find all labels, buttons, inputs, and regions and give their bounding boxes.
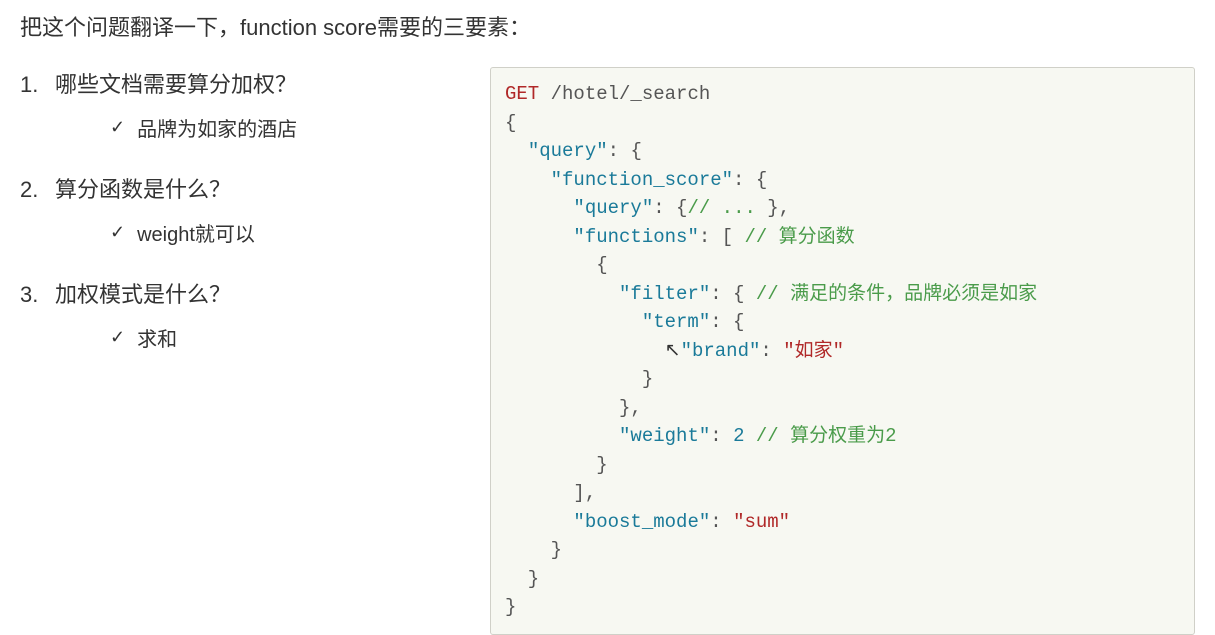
punct: : { (653, 197, 687, 219)
http-method: GET (505, 83, 539, 105)
indent (505, 226, 573, 248)
page-title: 把这个问题翻译一下，function score需要的三要素： (20, 10, 1195, 42)
json-key: "filter" (619, 283, 710, 305)
indent (505, 340, 665, 362)
json-string: "如家" (783, 340, 844, 362)
brace: } (505, 568, 539, 590)
left-column: 1. 哪些文档需要算分加权？ ✓ 品牌为如家的酒店 2. 算分函数是什么？ ✓ … (20, 67, 460, 635)
sub-text: 品牌为如家的酒店 (137, 113, 297, 142)
code-block: GET /hotel/_search { "query": { "functio… (490, 67, 1195, 635)
json-key: "boost_mode" (573, 511, 710, 533)
json-key: "weight" (619, 425, 710, 447)
list-text: 算分函数是什么？ (43, 177, 231, 202)
list-text: 加权模式是什么？ (43, 282, 231, 307)
list-item: 2. 算分函数是什么？ ✓ weight就可以 (20, 172, 460, 247)
punct: : { (710, 283, 756, 305)
json-key: "query" (528, 140, 608, 162)
space (744, 425, 755, 447)
brace: } (505, 596, 516, 618)
json-key: "functions" (573, 226, 698, 248)
indent (505, 197, 573, 219)
indent (505, 511, 573, 533)
indent (505, 425, 619, 447)
json-string: "sum" (733, 511, 790, 533)
json-key: "brand" (681, 340, 761, 362)
sub-item: ✓ 求和 (20, 323, 460, 352)
comment: // 满足的条件，品牌必须是如家 (756, 283, 1037, 305)
punct: : { (608, 140, 642, 162)
brace: } (505, 454, 608, 476)
punct: : [ (699, 226, 745, 248)
brace: { (505, 112, 516, 134)
url-path: /hotel/_search (539, 83, 710, 105)
list-item: 1. 哪些文档需要算分加权？ ✓ 品牌为如家的酒店 (20, 67, 460, 142)
brace: } (505, 539, 562, 561)
brace: } (505, 368, 653, 390)
punct: : (710, 425, 733, 447)
list-number: 3. (20, 282, 38, 307)
check-icon: ✓ (110, 222, 125, 243)
content-row: 1. 哪些文档需要算分加权？ ✓ 品牌为如家的酒店 2. 算分函数是什么？ ✓ … (20, 67, 1195, 635)
json-key: "term" (642, 311, 710, 333)
comment: // ... (687, 197, 755, 219)
punct: : { (710, 311, 744, 333)
cursor-icon: ↖ (665, 340, 681, 362)
indent (505, 311, 642, 333)
indent (505, 169, 551, 191)
sub-item: ✓ weight就可以 (20, 218, 460, 247)
json-key: "query" (573, 197, 653, 219)
punct: : { (733, 169, 767, 191)
sub-text: 求和 (137, 323, 177, 352)
ordered-list: 1. 哪些文档需要算分加权？ ✓ 品牌为如家的酒店 2. 算分函数是什么？ ✓ … (20, 67, 460, 352)
punct: : (760, 340, 783, 362)
list-item: 3. 加权模式是什么？ ✓ 求和 (20, 277, 460, 352)
check-icon: ✓ (110, 327, 125, 348)
bracket: ], (505, 482, 596, 504)
brace: }, (505, 397, 642, 419)
json-number: 2 (733, 425, 744, 447)
comment: // 算分函数 (744, 226, 854, 248)
sub-text: weight就可以 (137, 218, 255, 247)
punct: : (710, 511, 733, 533)
punct: }, (756, 197, 790, 219)
sub-item: ✓ 品牌为如家的酒店 (20, 113, 460, 142)
list-number: 1. (20, 72, 38, 97)
list-text: 哪些文档需要算分加权？ (43, 72, 297, 97)
indent (505, 140, 528, 162)
brace: { (505, 254, 608, 276)
indent (505, 283, 619, 305)
json-key: "function_score" (551, 169, 733, 191)
comment: // 算分权重为2 (756, 425, 897, 447)
list-number: 2. (20, 177, 38, 202)
check-icon: ✓ (110, 117, 125, 138)
